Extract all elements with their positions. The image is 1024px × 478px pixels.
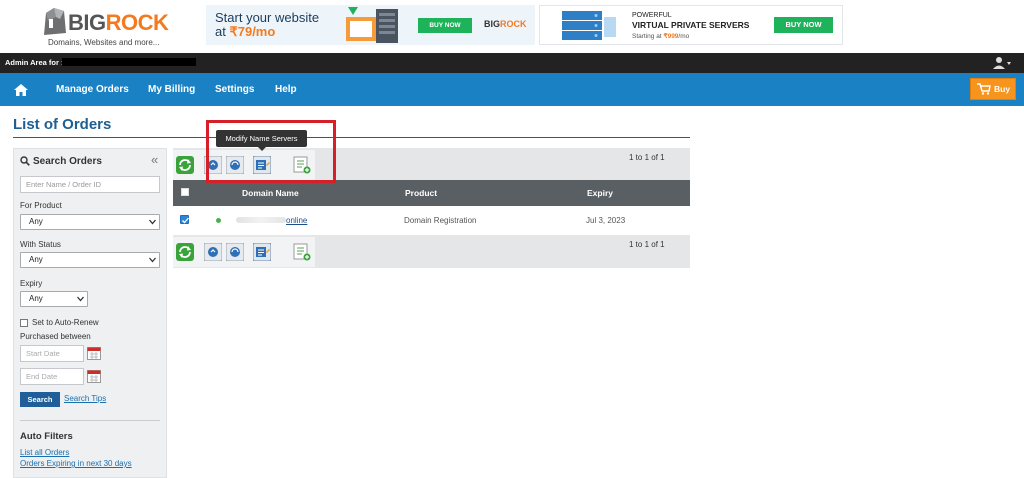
- ad1-buy-now-button[interactable]: BUY NOW: [418, 18, 472, 33]
- sidebar-divider: [20, 420, 160, 421]
- server-illustration-icon: [562, 11, 616, 40]
- nav-my-billing[interactable]: My Billing: [148, 73, 195, 106]
- cart-icon: [977, 83, 991, 95]
- nav-help[interactable]: Help: [275, 73, 297, 106]
- chevron-down-icon: [149, 219, 156, 225]
- masked-account-name: [62, 58, 196, 66]
- auto-renew-label: Set to Auto-Renew: [32, 318, 99, 327]
- orders-toolbar-bottom: [173, 237, 315, 267]
- bigrock-logo-icon: [44, 8, 66, 35]
- column-product[interactable]: Product: [405, 188, 437, 198]
- ad2-line2: VIRTUAL PRIVATE SERVERS: [632, 20, 750, 30]
- search-orders-title: Search Orders: [33, 156, 102, 167]
- search-input[interactable]: Enter Name / Order ID: [20, 176, 160, 193]
- title-divider: [13, 137, 690, 138]
- ad1-text: Start your website at ₹79/mo: [215, 10, 320, 39]
- pager-bottom: 1 to 1 of 1: [629, 240, 665, 249]
- status-active-icon: [216, 218, 221, 223]
- nav-settings[interactable]: Settings: [215, 73, 254, 106]
- admin-area-label: Admin Area for :: [5, 58, 64, 67]
- website-illustration-icon: [346, 7, 398, 43]
- auto-filters-title: Auto Filters: [20, 431, 73, 442]
- bigrock-logo[interactable]: BIGROCK Domains, Websites and more...: [40, 5, 170, 49]
- auto-renew-checkbox[interactable]: [20, 319, 28, 327]
- admin-bar: Admin Area for :: [0, 53, 1024, 73]
- domain-name-link[interactable]: online: [286, 216, 307, 225]
- ad2-buy-now-button[interactable]: BUY NOW: [774, 17, 833, 33]
- main-nav: Manage Orders My Billing Settings Help: [0, 73, 1024, 106]
- modify-name-servers-icon[interactable]: [253, 243, 271, 261]
- table-header: Domain Name Product Expiry: [173, 180, 690, 206]
- buy-button[interactable]: Buy: [970, 78, 1016, 100]
- brand-name: BIGROCK: [68, 10, 169, 35]
- nav-home[interactable]: [14, 73, 30, 106]
- collapse-sidebar-icon[interactable]: «: [151, 153, 158, 166]
- purchased-between-label: Purchased between: [20, 332, 91, 341]
- expiry-cell: Jul 3, 2023: [586, 216, 626, 225]
- expiry-select[interactable]: Any: [20, 291, 88, 307]
- table-row[interactable]: online Domain Registration Jul 3, 2023: [173, 206, 690, 235]
- pager-top: 1 to 1 of 1: [629, 153, 665, 162]
- row-checkbox[interactable]: [180, 215, 189, 224]
- top-banner: BIGROCK Domains, Websites and more... St…: [0, 0, 1024, 53]
- end-date-field[interactable]: End Date: [20, 368, 84, 385]
- vps-ad-banner[interactable]: POWERFUL VIRTUAL PRIVATE SERVERS Startin…: [539, 5, 843, 45]
- search-orders-sidebar: Search Orders « Enter Name / Order ID Fo…: [13, 148, 167, 478]
- search-button[interactable]: Search: [20, 392, 60, 407]
- with-status-label: With Status: [20, 240, 61, 249]
- chevron-down-icon: [149, 257, 156, 263]
- select-all-checkbox[interactable]: [181, 188, 189, 196]
- ad2-line3: Starting at ₹999/mo: [632, 33, 690, 40]
- search-icon: [20, 156, 30, 166]
- refresh-icon[interactable]: [176, 156, 194, 174]
- page-title: List of Orders: [13, 116, 112, 133]
- calendar-icon[interactable]: [87, 369, 101, 383]
- nav-manage-orders[interactable]: Manage Orders: [56, 73, 129, 106]
- tooltip-arrow: [258, 147, 266, 151]
- search-tips-link[interactable]: Search Tips: [64, 394, 106, 403]
- transfer-icon[interactable]: [226, 243, 244, 261]
- website-ad-banner[interactable]: Start your website at ₹79/mo BUY NOW BIG…: [206, 5, 535, 45]
- masked-domain-name: [236, 217, 286, 223]
- product-cell: Domain Registration: [404, 216, 477, 225]
- checkmark-icon: [182, 217, 189, 224]
- tagline: Domains, Websites and more...: [48, 38, 160, 47]
- ad2-line1: POWERFUL: [632, 12, 672, 19]
- user-menu-icon[interactable]: [992, 56, 1012, 70]
- home-icon: [14, 84, 28, 96]
- column-expiry[interactable]: Expiry: [587, 188, 613, 198]
- add-order-icon[interactable]: [293, 243, 311, 261]
- list-all-orders-link[interactable]: List all Orders: [20, 448, 69, 457]
- calendar-icon[interactable]: [87, 346, 101, 360]
- for-product-label: For Product: [20, 201, 62, 210]
- chevron-down-icon: [77, 296, 84, 302]
- column-domain-name[interactable]: Domain Name: [242, 188, 299, 198]
- modify-name-servers-tooltip: Modify Name Servers: [216, 130, 307, 147]
- refresh-icon[interactable]: [176, 243, 194, 261]
- for-product-select[interactable]: Any: [20, 214, 160, 230]
- orders-expiring-link[interactable]: Orders Expiring in next 30 days: [20, 459, 132, 468]
- start-date-field[interactable]: Start Date: [20, 345, 84, 362]
- ad1-brand: BIGROCK: [484, 19, 527, 29]
- with-status-select[interactable]: Any: [20, 252, 160, 268]
- renew-icon[interactable]: [204, 243, 222, 261]
- expiry-label: Expiry: [20, 279, 43, 288]
